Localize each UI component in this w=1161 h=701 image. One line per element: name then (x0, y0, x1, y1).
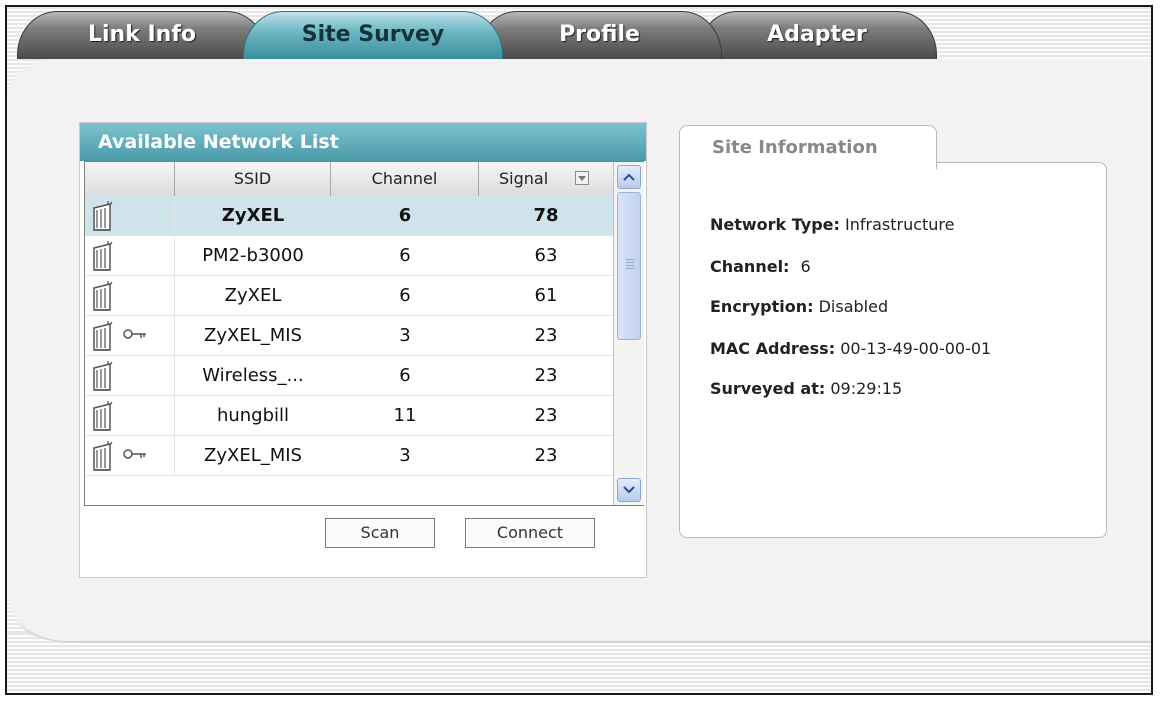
header-signal[interactable]: Signal (479, 162, 613, 196)
channel-cell: 3 (399, 325, 411, 346)
ssid-cell: hungbill (216, 405, 290, 426)
tab-link-info[interactable]: Link Info (17, 11, 267, 59)
scan-button[interactable]: Scan (325, 518, 435, 548)
channel-label: Channel: (710, 257, 790, 276)
signal-cell: 63 (534, 245, 558, 266)
row-icons (85, 436, 175, 476)
surveyed-at-value: 09:29:15 (830, 379, 903, 398)
signal-cell: 23 (534, 445, 558, 466)
connect-button[interactable]: Connect (465, 518, 595, 548)
ssid-cell: PM2-b3000 (202, 245, 304, 266)
encryption-value: Disabled (818, 297, 889, 316)
encryption-line: Encryption: Disabled (710, 297, 888, 316)
network-list-panel: Available Network List SSID Channel Sign… (79, 122, 647, 578)
access-point-icon (93, 201, 113, 231)
vertical-scrollbar[interactable] (613, 162, 644, 505)
channel-cell: 6 (398, 205, 412, 226)
channel-cell: 6 (399, 285, 411, 306)
signal-cell: 23 (534, 365, 558, 386)
row-icons (85, 316, 175, 356)
row-icons (85, 396, 175, 436)
tab-site-survey[interactable]: Site Survey (243, 11, 503, 59)
key-icon (123, 329, 146, 339)
row-icons (85, 196, 175, 236)
ssid-cell: ZyXEL (224, 285, 282, 306)
grip-icon (626, 259, 634, 271)
tab-profile[interactable]: Profile (477, 11, 722, 59)
access-point-icon (93, 321, 113, 351)
tab-label: Site Survey (301, 22, 445, 47)
signal-cell: 23 (534, 405, 558, 426)
ssid-cell: ZyXEL_MIS (204, 445, 302, 466)
sort-dropdown-icon[interactable] (575, 171, 589, 185)
table-row[interactable]: ZyXEL_MIS 3 23 (85, 436, 613, 476)
table-row[interactable]: ZyXEL_MIS 3 23 (85, 316, 613, 356)
network-table: SSID Channel Signal ZyXEL 6 78 PM2-b3000 6 63… (84, 161, 644, 506)
tab-label: Adapter (767, 22, 867, 47)
tab-label: Link Info (87, 22, 197, 47)
ssid-cell: Wireless_... (202, 365, 304, 386)
channel-line: Channel: 6 (710, 257, 811, 276)
table-row[interactable]: ZyXEL 6 61 (85, 276, 613, 316)
network-list-header: Available Network List (80, 123, 646, 161)
surveyed-at-line: Surveyed at: 09:29:15 (710, 379, 902, 398)
mac-address-value: 00-13-49-00-00-01 (840, 339, 992, 358)
channel-cell: 6 (399, 365, 411, 386)
scroll-up-button[interactable] (617, 165, 641, 189)
access-point-icon (93, 401, 113, 431)
table-row[interactable]: ZyXEL 6 78 (85, 196, 613, 236)
signal-cell: 61 (534, 285, 558, 306)
mac-address-line: MAC Address: 00-13-49-00-00-01 (710, 339, 991, 358)
scroll-thumb[interactable] (617, 192, 641, 340)
table-row[interactable]: Wireless_... 6 23 (85, 356, 613, 396)
header-ssid[interactable]: SSID (175, 162, 331, 196)
channel-cell: 11 (393, 405, 417, 426)
network-type-line: Network Type: Infrastructure (710, 215, 955, 234)
channel-value: 6 (800, 257, 811, 276)
encryption-label: Encryption: (710, 297, 814, 316)
app-window: Adapter Profile Link Info Site Survey Av… (5, 5, 1153, 695)
tab-adapter[interactable]: Adapter (697, 11, 937, 59)
ssid-cell: ZyXEL_MIS (204, 325, 302, 346)
row-icons (85, 236, 175, 276)
access-point-icon (93, 361, 113, 391)
signal-cell: 78 (533, 205, 559, 226)
site-information-title: Site Information (712, 137, 878, 158)
network-type-label: Network Type: (710, 215, 840, 234)
signal-cell: 23 (534, 325, 558, 346)
header-signal-label: Signal (499, 169, 549, 188)
network-type-value: Infrastructure (845, 215, 955, 234)
table-row[interactable]: PM2-b3000 6 63 (85, 236, 613, 276)
site-information-tab: Site Information (679, 125, 937, 169)
row-icons (85, 276, 175, 316)
table-header: SSID Channel Signal (85, 162, 613, 197)
access-point-icon (93, 441, 113, 471)
tab-bar: Adapter Profile Link Info Site Survey (7, 7, 1151, 63)
site-information-box: Network Type: Infrastructure Channel: 6 … (679, 162, 1107, 538)
table-row[interactable]: hungbill 11 23 (85, 396, 613, 436)
mac-address-label: MAC Address: (710, 339, 836, 358)
channel-cell: 6 (399, 245, 411, 266)
channel-cell: 3 (399, 445, 411, 466)
scroll-down-button[interactable] (617, 478, 641, 502)
row-icons (85, 356, 175, 396)
header-icon-column (85, 162, 175, 196)
table-body: ZyXEL 6 78 PM2-b3000 6 63 ZyXEL 6 61 ZyXEL_MIS 3 23… (85, 196, 613, 504)
surveyed-at-label: Surveyed at: (710, 379, 826, 398)
key-icon (123, 449, 146, 459)
access-point-icon (93, 241, 113, 271)
network-list-title: Available Network List (98, 131, 339, 153)
access-point-icon (93, 281, 113, 311)
header-channel[interactable]: Channel (331, 162, 479, 196)
ssid-cell: ZyXEL (221, 205, 285, 226)
chevron-up-icon (623, 173, 635, 181)
tab-label: Profile (559, 22, 640, 47)
chevron-down-icon (623, 486, 635, 494)
